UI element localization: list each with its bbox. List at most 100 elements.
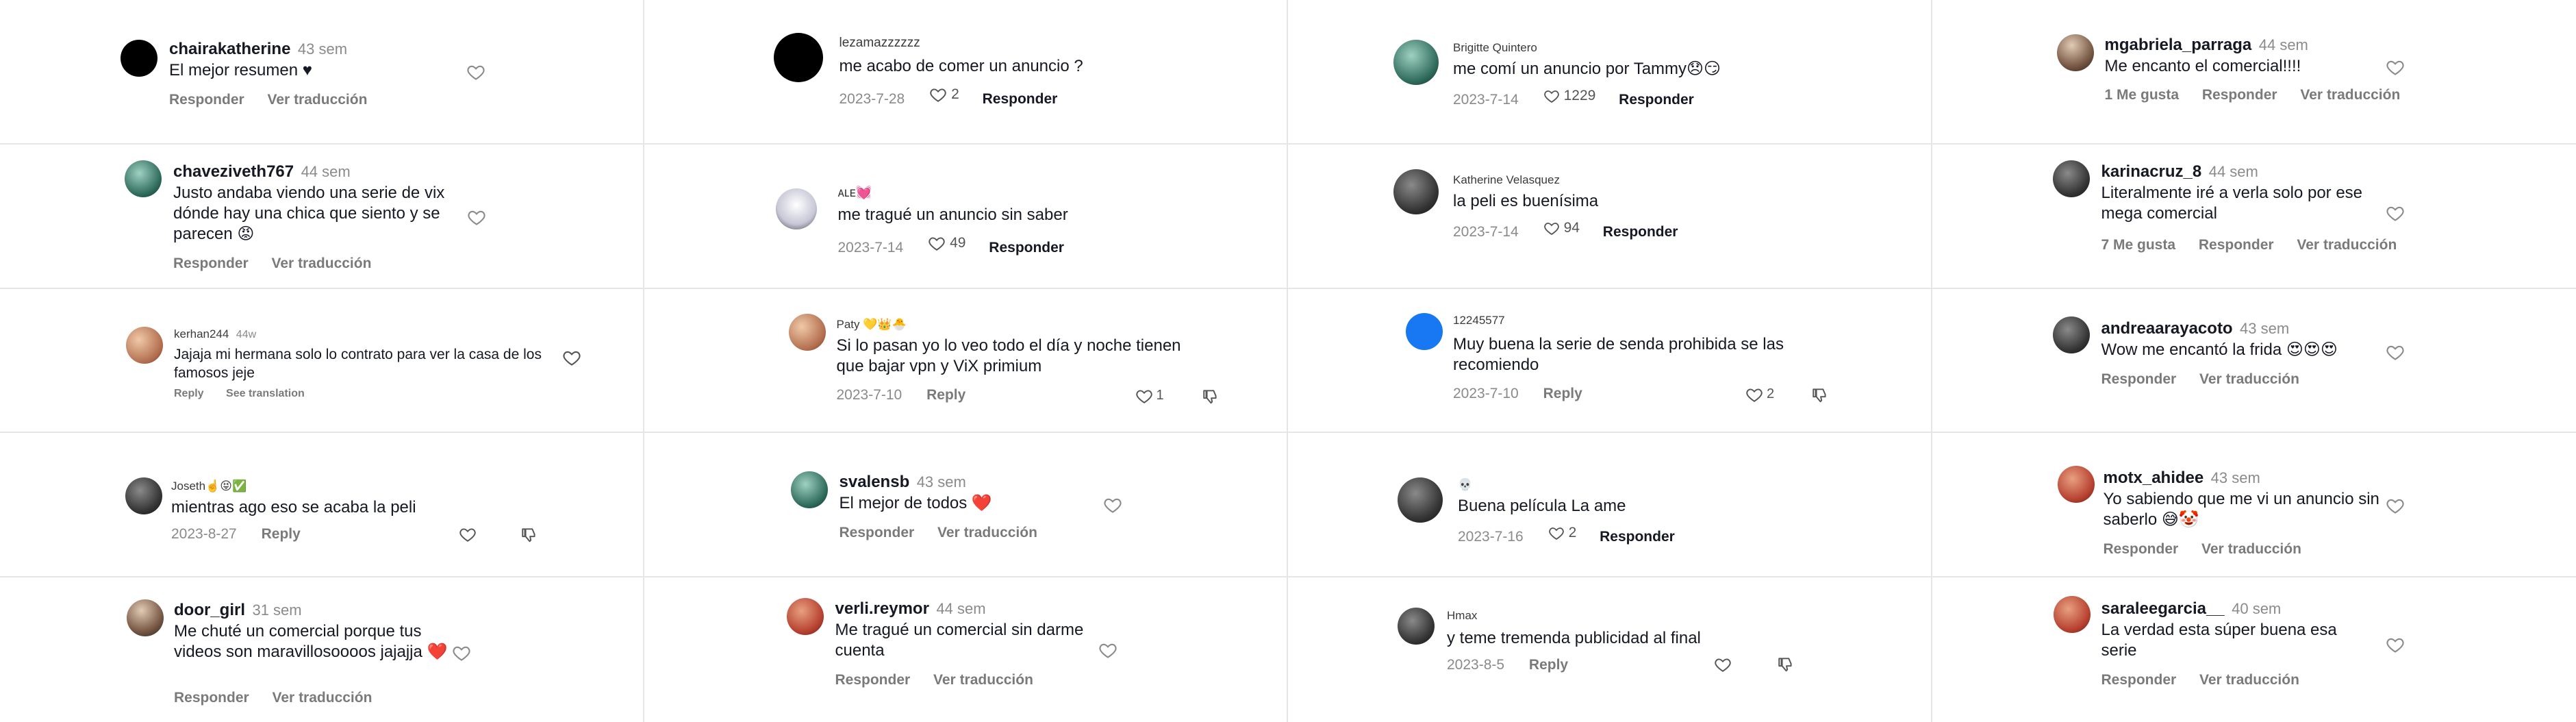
reply-button[interactable]: Responder [2101, 371, 2177, 387]
like-count: 2 [951, 86, 959, 102]
translate-button[interactable]: Ver traducción [2199, 672, 2299, 688]
comment-username[interactable]: verli.reymor [835, 599, 929, 618]
like-button[interactable]: 49 [928, 234, 965, 252]
reply-button[interactable]: Responder [1600, 529, 1675, 545]
thumbs-down-icon[interactable] [1202, 388, 1220, 406]
comment-username[interactable]: karinacruz_8 [2101, 162, 2202, 181]
heart-outline-icon[interactable] [2386, 58, 2405, 77]
avatar[interactable] [1393, 169, 1439, 214]
heart-outline-icon[interactable] [1098, 640, 1117, 660]
reply-button[interactable]: Responder [1603, 224, 1678, 240]
heart-outline-icon[interactable] [1135, 387, 1154, 406]
comment-text: Me chuté un comercial porque tus videos … [174, 622, 448, 662]
comment-username[interactable]: lezamazzzzzz [839, 36, 920, 50]
reply-button[interactable]: Responder [983, 91, 1058, 107]
translate-button[interactable]: Ver traducción [933, 672, 1033, 688]
thumbs-down-icon[interactable] [1777, 656, 1795, 673]
heart-outline-icon[interactable] [1745, 386, 1765, 405]
avatar[interactable] [790, 471, 828, 509]
like-button[interactable]: 2 [929, 86, 959, 103]
comment-username[interactable]: chaveziveth767 [173, 162, 294, 181]
reply-button[interactable]: Responder [173, 256, 249, 271]
avatar[interactable] [773, 33, 823, 82]
translate-button[interactable]: Ver traducción [273, 690, 372, 706]
reply-button[interactable]: Responder [169, 92, 244, 108]
avatar[interactable] [2057, 466, 2095, 503]
avatar[interactable] [125, 160, 162, 197]
heart-outline-icon[interactable] [562, 348, 581, 367]
avatar[interactable] [1393, 40, 1439, 85]
comment-username[interactable]: kerhan244 [174, 327, 229, 340]
heart-outline-icon[interactable] [1103, 495, 1122, 514]
avatar[interactable] [125, 477, 162, 515]
avatar[interactable] [1398, 608, 1435, 645]
reply-button[interactable]: Responder [2199, 237, 2274, 253]
heart-outline-icon[interactable] [2386, 635, 2405, 654]
translate-button[interactable]: See translation [226, 388, 305, 399]
translate-button[interactable]: Ver traducción [2199, 371, 2299, 387]
comment-username[interactable]: saraleegarcia__ [2101, 599, 2225, 618]
heart-outline-icon[interactable] [452, 643, 471, 662]
heart-outline-icon[interactable] [467, 208, 486, 227]
avatar[interactable] [2053, 596, 2091, 634]
heart-outline-icon[interactable] [459, 525, 478, 545]
comment-username[interactable]: Hmax [1447, 609, 1477, 622]
avatar[interactable] [127, 599, 164, 637]
comment-username[interactable]: ᴀʟᴇ💓 [838, 186, 872, 200]
comment: motx_ahidee 43 sem Yo sabiendo que me vi… [1932, 433, 2576, 576]
comment-username[interactable]: Joseth☝️😝✅ [171, 480, 247, 493]
comment-username[interactable]: door_girl [174, 601, 245, 619]
translate-button[interactable]: Ver traducción [937, 525, 1037, 540]
heart-outline-icon[interactable] [1714, 656, 1733, 675]
reply-button[interactable]: Responder [835, 672, 911, 688]
like-button[interactable]: 1229 [1543, 88, 1595, 104]
heart-outline-icon[interactable] [466, 62, 485, 82]
thumbs-down-icon[interactable] [520, 526, 538, 544]
avatar[interactable] [2052, 316, 2090, 353]
avatar[interactable] [1406, 312, 1443, 350]
comment-username[interactable]: mgabriela_parraga [2105, 36, 2252, 54]
reply-button[interactable]: Reply [926, 387, 965, 403]
reply-button[interactable]: Responder [2101, 672, 2177, 688]
heart-outline-icon[interactable] [2386, 496, 2405, 515]
comment-username[interactable]: Brigitte Quintero [1453, 41, 1537, 54]
like-button[interactable]: 94 [1543, 220, 1580, 236]
comment-text: Si lo pasan yo lo veo todo el día y noch… [836, 336, 1181, 375]
reply-button[interactable]: Reply [174, 388, 204, 399]
comment-username[interactable]: svalensb [839, 473, 910, 491]
reply-button[interactable]: Responder [2202, 87, 2277, 103]
reply-button[interactable]: Responder [2104, 541, 2179, 557]
avatar[interactable] [2052, 160, 2090, 197]
reply-button[interactable]: Responder [989, 240, 1064, 256]
comment-username[interactable]: andreaarayacoto [2101, 319, 2233, 338]
reply-button[interactable]: Responder [1619, 92, 1694, 108]
comment-username[interactable]: Katherine Velasquez [1453, 173, 1560, 186]
avatar[interactable] [121, 40, 157, 77]
reply-button[interactable]: Reply [1529, 657, 1568, 673]
translate-button[interactable]: Ver traducción [2300, 87, 2400, 103]
avatar[interactable] [1398, 477, 1443, 523]
translate-button[interactable]: Ver traducción [2297, 237, 2397, 253]
comment-username[interactable]: 12245577 [1453, 314, 1505, 327]
reply-button[interactable]: Responder [174, 690, 249, 706]
comment-username[interactable]: 💀 [1458, 478, 1472, 491]
reply-button[interactable]: Responder [839, 525, 915, 540]
avatar[interactable] [788, 313, 826, 351]
avatar[interactable] [775, 188, 817, 229]
avatar[interactable] [126, 326, 163, 364]
translate-button[interactable]: Ver traducción [268, 92, 368, 108]
heart-outline-icon[interactable] [2386, 203, 2405, 223]
reply-button[interactable]: Reply [1543, 386, 1582, 401]
avatar[interactable] [2056, 34, 2094, 71]
reply-button[interactable]: Reply [262, 526, 301, 542]
translate-button[interactable]: Ver traducción [272, 256, 372, 271]
comment-username[interactable]: Paty 💛👑🐣 [837, 318, 907, 331]
thumbs-down-icon[interactable] [1811, 386, 1829, 404]
avatar[interactable] [786, 598, 824, 636]
comment-username[interactable]: motx_ahidee [2104, 469, 2204, 487]
heart-outline-icon[interactable] [2386, 343, 2405, 362]
translate-button[interactable]: Ver traducción [2201, 541, 2301, 557]
comment-username[interactable]: chairakatherine [169, 40, 290, 58]
like-button[interactable]: 2 [1548, 525, 1576, 541]
comment: kerhan244 44w Jajaja mi hermana solo lo … [0, 289, 643, 432]
